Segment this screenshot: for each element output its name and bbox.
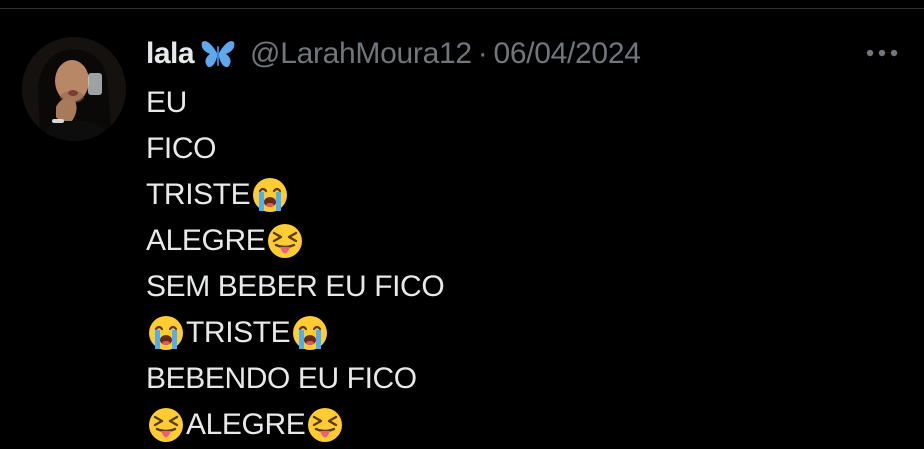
post-line: ALEGRE <box>146 402 444 448</box>
post-line: FICO <box>146 126 444 172</box>
post-line-text: ALEGRE <box>186 408 306 441</box>
post-date[interactable]: 06/04/2024 <box>493 37 640 71</box>
separator-dot: · <box>477 37 488 70</box>
post-line-text: ALEGRE <box>146 224 266 257</box>
post-line: TRISTE <box>146 310 444 356</box>
post-line-text: EU <box>146 86 187 119</box>
post-text: EU FICO TRISTE ALEGRE SEM BEBER EU FICO … <box>146 80 445 448</box>
post-line-text: FICO <box>146 132 217 165</box>
post-line: BEBENDO EU FICO <box>146 356 444 402</box>
post-line: SEM BEBER EU FICO <box>146 264 445 310</box>
squinting-tongue-face-icon <box>305 405 345 445</box>
loudly-crying-face-icon <box>290 313 330 353</box>
post-line-text: TRISTE <box>146 178 251 211</box>
more-options-button[interactable] <box>862 40 902 66</box>
squinting-tongue-face-icon <box>146 405 186 445</box>
author-display-name[interactable]: lala <box>146 37 195 71</box>
loudly-crying-face-icon <box>250 175 290 215</box>
more-horizontal-icon <box>866 49 898 57</box>
post-line: EU <box>146 80 444 126</box>
top-divider <box>0 8 924 9</box>
post-line-text: TRISTE <box>186 316 291 349</box>
post-line: ALEGRE <box>146 218 444 264</box>
author-handle[interactable]: @LarahMoura12 <box>250 37 472 71</box>
post-header: lala @LarahMoura12 · 06/04/2024 <box>146 34 641 74</box>
avatar[interactable] <box>22 37 126 141</box>
loudly-crying-face-icon <box>146 313 186 353</box>
post-line-text: SEM BEBER EU FICO <box>146 270 445 303</box>
squinting-tongue-face-icon <box>265 221 305 261</box>
post-line-text: BEBENDO EU FICO <box>146 362 417 395</box>
butterfly-icon <box>200 38 236 70</box>
post-line: TRISTE <box>146 172 444 218</box>
